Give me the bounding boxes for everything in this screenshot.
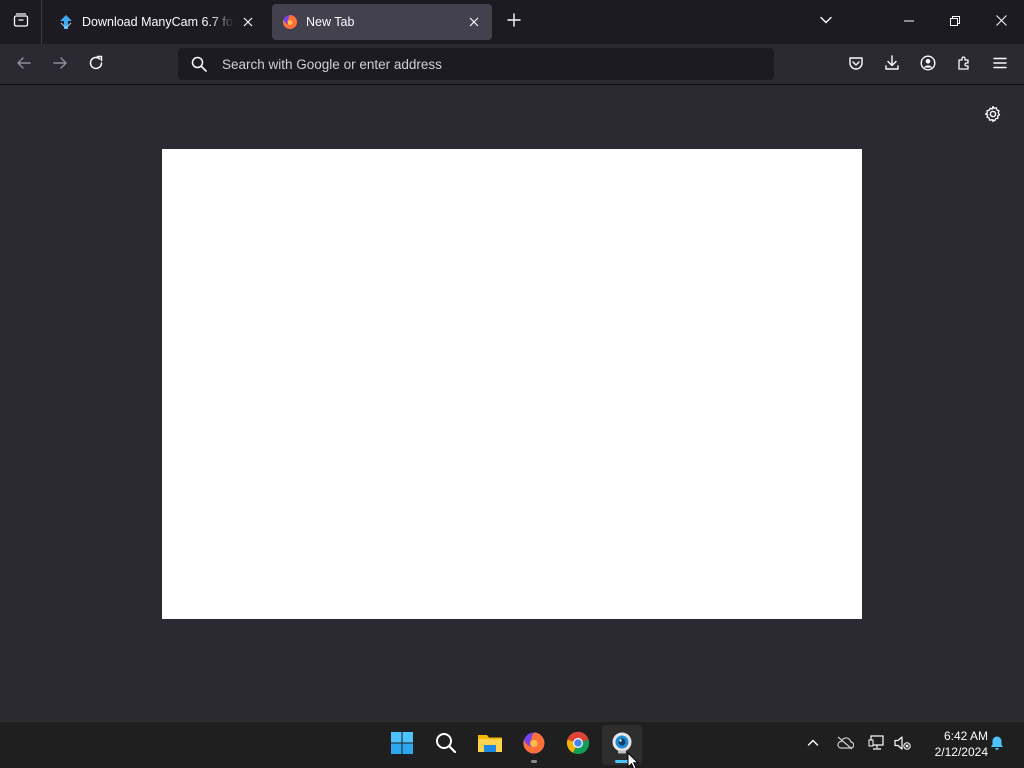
close-icon: [995, 13, 1007, 31]
minimize-icon: [904, 13, 914, 31]
volume-tray-button[interactable]: [890, 732, 916, 758]
extensions-button[interactable]: [950, 52, 978, 78]
plus-icon: [507, 12, 521, 32]
blank-overlay-panel: [162, 149, 862, 619]
forward-button[interactable]: [46, 52, 74, 78]
tab-new-tab[interactable]: New Tab: [272, 4, 492, 40]
app-menu-button[interactable]: [986, 52, 1014, 78]
chrome-icon: [566, 731, 590, 760]
minimize-button[interactable]: [886, 0, 932, 44]
tab-manycam-download[interactable]: Download ManyCam 6.7 for Windows: [48, 4, 266, 40]
search-icon: [190, 55, 208, 73]
onedrive-tray-button[interactable]: [832, 732, 858, 758]
cloud-off-icon: [836, 736, 855, 755]
reload-button[interactable]: [82, 52, 110, 78]
list-all-tabs-button[interactable]: [814, 10, 838, 34]
taskbar-search-button[interactable]: [426, 725, 466, 765]
clock-date: 2/12/2024: [934, 745, 988, 759]
tab-strip: Download ManyCam 6.7 for Windows New Tab: [0, 0, 1024, 44]
mouse-cursor-icon: [627, 751, 641, 768]
chevron-up-icon: [807, 736, 819, 754]
hamburger-menu-icon: [992, 55, 1008, 76]
navigation-toolbar: [0, 44, 1024, 85]
volume-muted-icon: [894, 735, 912, 756]
account-icon: [920, 54, 936, 76]
close-window-button[interactable]: [978, 0, 1024, 44]
download-icon: [884, 54, 900, 76]
tab-title: New Tab: [306, 15, 355, 29]
gear-icon: [984, 105, 1002, 128]
running-indicator: [531, 760, 537, 763]
account-button[interactable]: [914, 52, 942, 78]
address-bar[interactable]: [178, 48, 774, 80]
close-tab-icon[interactable]: [464, 12, 484, 32]
search-icon: [435, 732, 457, 759]
clock-time: 6:42 AM: [943, 729, 988, 743]
taskbar-chrome-button[interactable]: [558, 725, 598, 765]
tab-list-button[interactable]: [0, 0, 42, 44]
chevron-down-icon: [819, 13, 833, 32]
restore-button[interactable]: [932, 0, 978, 44]
customize-button[interactable]: [982, 105, 1004, 127]
network-tray-button[interactable]: [864, 732, 890, 758]
start-button[interactable]: [382, 725, 422, 765]
manycam-download-icon: [58, 14, 74, 30]
file-explorer-button[interactable]: [470, 725, 510, 765]
pocket-button[interactable]: [842, 52, 870, 78]
windows-taskbar: 6:42 AM 2/12/2024: [0, 721, 1024, 768]
reload-icon: [88, 55, 104, 76]
folder-icon: [477, 732, 503, 759]
new-tab-button[interactable]: [502, 10, 526, 34]
system-clock[interactable]: 6:42 AM 2/12/2024: [918, 728, 988, 760]
firefox-icon: [522, 731, 546, 760]
back-button[interactable]: [10, 52, 38, 78]
forward-arrow-icon: [52, 55, 68, 76]
network-icon: [868, 734, 886, 756]
tab-title: Download ManyCam 6.7 for Windows: [82, 15, 234, 29]
pocket-icon: [848, 55, 864, 76]
show-hidden-icons-button[interactable]: [800, 732, 826, 758]
notifications-button[interactable]: [984, 732, 1010, 758]
downloads-button[interactable]: [878, 52, 906, 78]
taskbar-firefox-button[interactable]: [514, 725, 554, 765]
bell-icon: [989, 735, 1005, 756]
extensions-icon: [956, 55, 972, 76]
address-input[interactable]: [222, 50, 774, 78]
firefox-icon: [282, 14, 298, 30]
back-arrow-icon: [16, 55, 32, 76]
close-tab-icon[interactable]: [238, 12, 258, 32]
new-tab-page: [0, 85, 1024, 721]
tab-list-icon: [13, 12, 29, 33]
restore-icon: [950, 13, 960, 31]
windows-start-icon: [390, 731, 414, 760]
